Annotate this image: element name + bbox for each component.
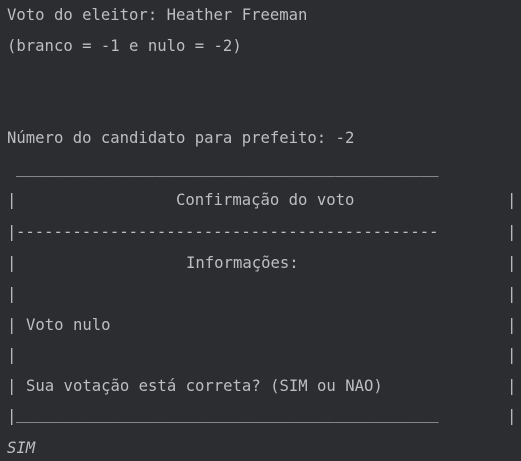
box-right-pipe: | <box>507 377 517 395</box>
box-top-border: ________________________________________… <box>16 159 439 177</box>
box-right-pipe: | <box>507 285 517 303</box>
box-right-pipe: | <box>507 254 517 272</box>
box-left-pipe: | <box>7 285 17 303</box>
box-section-label: Informações: <box>186 254 299 272</box>
box-separator: ----------------------------------------… <box>16 223 439 241</box>
box-right-pipe: | <box>507 223 517 241</box>
box-right-pipe: | <box>507 191 517 209</box>
box-left-pipe: | <box>7 346 17 364</box>
hint-line: (branco = -1 e nulo = -2) <box>7 37 242 55</box>
box-left-pipe: | <box>7 191 17 209</box>
candidate-prompt: Número do candidato para prefeito: -2 <box>7 129 355 147</box>
vote-status: Voto nulo <box>26 316 111 334</box>
box-bottom-border: ________________________________________… <box>16 405 439 423</box>
user-input-echo: SIM <box>7 439 36 457</box>
console-output[interactable]: Voto do eleitor: Heather Freeman (branco… <box>0 0 521 461</box>
box-left-pipe: | <box>7 316 17 334</box>
box-right-pipe: | <box>507 346 517 364</box>
box-title: Confirmação do voto <box>176 191 355 209</box>
box-left-pipe: | <box>7 407 17 425</box>
box-left-pipe: | <box>7 254 17 272</box>
box-left-pipe: | <box>7 223 17 241</box>
confirmation-question: Sua votação está correta? (SIM ou NAO) <box>26 377 383 395</box>
box-left-pipe: | <box>7 377 17 395</box>
voter-line: Voto do eleitor: Heather Freeman <box>7 6 308 24</box>
box-right-pipe: | <box>507 407 517 425</box>
box-right-pipe: | <box>507 316 517 334</box>
